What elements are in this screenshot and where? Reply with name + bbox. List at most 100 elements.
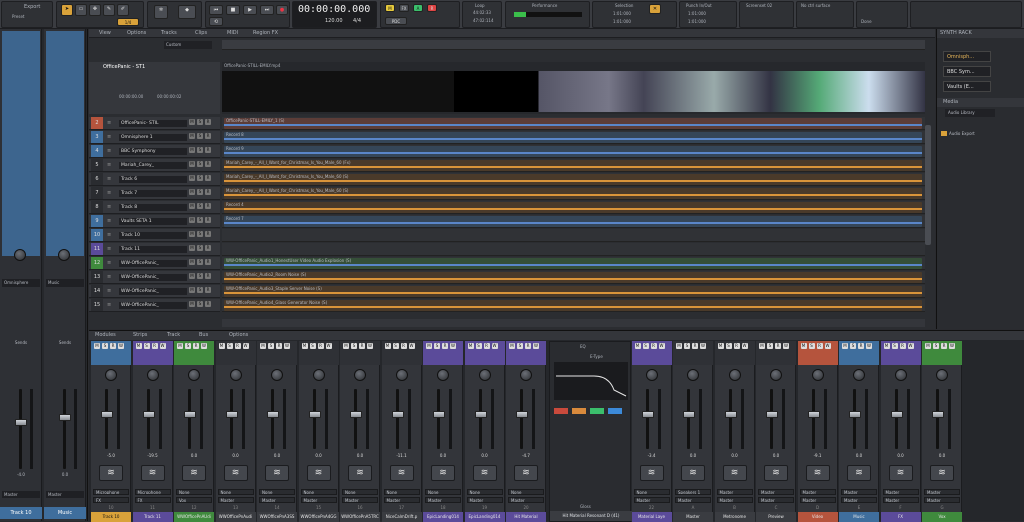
solo-button[interactable]: S xyxy=(850,343,856,349)
waveform-icon[interactable]: ≋ xyxy=(348,465,372,481)
channel-input[interactable]: None xyxy=(259,489,295,495)
volume-fader[interactable] xyxy=(433,411,445,418)
channel-output[interactable]: Master xyxy=(217,497,254,503)
mute-button[interactable]: M xyxy=(260,343,266,349)
pan-knob[interactable] xyxy=(271,369,283,381)
record-arm-button[interactable]: R xyxy=(205,161,211,167)
track-lane[interactable]: WW-OfficePanic_Audio2_Room Noise (S) xyxy=(222,271,925,284)
channel-output[interactable]: Master xyxy=(882,497,919,503)
channel-input[interactable]: None xyxy=(217,489,254,495)
menu-region-fx[interactable]: Region FX xyxy=(253,30,278,36)
mute-button[interactable]: M xyxy=(218,343,225,349)
pan-knob[interactable] xyxy=(105,369,117,381)
mute-button[interactable]: M xyxy=(189,203,195,209)
track-name[interactable]: WW-OfficePanic_ xyxy=(119,288,187,295)
channel-output[interactable]: Master xyxy=(259,497,295,503)
mute-button[interactable]: M xyxy=(426,343,432,349)
channel-volume[interactable]: -9.1 xyxy=(798,453,838,458)
solo-button[interactable]: S xyxy=(268,343,274,349)
mixer-tab-strips[interactable]: Strips xyxy=(133,332,147,338)
solo-button[interactable]: S xyxy=(392,343,399,349)
write-button[interactable]: W xyxy=(783,343,789,349)
read-button[interactable]: R xyxy=(941,343,947,349)
selection-start[interactable]: 1:01:000 xyxy=(613,11,631,16)
solo-button[interactable]: S xyxy=(351,343,357,349)
track-header[interactable]: 5 ≡ Mariah_Carey_ M S R xyxy=(89,159,220,172)
channel-input[interactable]: None xyxy=(383,489,420,495)
waveform-icon[interactable]: ≋ xyxy=(223,465,248,481)
solo-button[interactable]: S xyxy=(197,203,203,209)
mute-button[interactable]: M xyxy=(189,273,195,279)
channel-volume[interactable]: 0.0 xyxy=(340,453,380,458)
channel-input[interactable]: Master xyxy=(882,489,919,495)
read-button[interactable]: R xyxy=(483,343,490,349)
video-track-name[interactable]: OfficePanic - ST1 xyxy=(103,64,145,70)
channel-output[interactable]: Master xyxy=(383,497,420,503)
track-lane[interactable]: Record 9 xyxy=(222,145,925,158)
record-arm-button[interactable]: R xyxy=(205,245,211,251)
channel-input[interactable]: Master xyxy=(841,489,877,495)
waveform-icon[interactable]: ≋ xyxy=(431,465,455,481)
pan-knob[interactable] xyxy=(853,369,865,381)
track-lane[interactable]: WW-OfficePanic_Audio4_Glass Generator No… xyxy=(222,299,925,312)
waveform-icon[interactable]: ≋ xyxy=(681,465,705,481)
track-lane[interactable]: WW-OfficePanic_Audio1_HonestUser Video A… xyxy=(222,257,925,270)
write-button[interactable]: W xyxy=(741,343,748,349)
mixer-tab-options[interactable]: Options xyxy=(229,332,248,338)
write-button[interactable]: W xyxy=(201,343,207,349)
write-button[interactable]: W xyxy=(159,343,166,349)
volume-fader[interactable] xyxy=(391,411,404,418)
strip-output[interactable]: Master xyxy=(2,491,40,498)
solo-button[interactable]: S xyxy=(434,343,440,349)
channel-volume[interactable]: 0.0 xyxy=(673,453,713,458)
channel-input[interactable]: Master xyxy=(924,489,960,495)
write-button[interactable]: W xyxy=(450,343,456,349)
track-header[interactable]: 14 ≡ WW-OfficePanic_ M S R xyxy=(89,285,220,298)
track-header[interactable]: 6 ≡ Track 6MSR xyxy=(89,173,220,186)
pan-knob[interactable] xyxy=(936,369,948,381)
audio-clip[interactable]: WW-OfficePanic_Audio3_Staple Server Nois… xyxy=(224,286,922,297)
play-button[interactable]: ▶ xyxy=(243,5,257,15)
mixer-tab-bus[interactable]: Bus xyxy=(199,332,208,338)
volume-fader[interactable] xyxy=(15,419,27,426)
audio-clip[interactable]: Mariah_Carey_-_All_I_Want_for_Christmas_… xyxy=(224,174,922,185)
rack-instrument-3[interactable]: Vaults (E... xyxy=(943,81,991,92)
track-lane[interactable]: WW-OfficePanic_Audio3_Staple Server Nois… xyxy=(222,285,925,298)
horizontal-scrollbar[interactable] xyxy=(222,319,925,327)
read-button[interactable]: R xyxy=(816,343,823,349)
pan-knob[interactable] xyxy=(229,369,242,381)
read-button[interactable]: R xyxy=(525,343,531,349)
track-name[interactable]: Omnisphere 1 xyxy=(119,134,187,141)
write-button[interactable]: W xyxy=(118,343,124,349)
waveform-icon[interactable]: ≋ xyxy=(182,465,206,481)
channel-output[interactable]: Master xyxy=(924,497,960,503)
track-header[interactable]: 4 ≡ BBC Symphony M S R xyxy=(89,145,220,158)
record-arm-icon[interactable]: R xyxy=(427,4,437,12)
track-name[interactable]: BBC Symphony xyxy=(119,148,187,155)
solo-button[interactable]: S xyxy=(684,343,690,349)
pan-knob[interactable] xyxy=(14,249,26,261)
move-tool-icon[interactable]: ✥ xyxy=(89,4,101,16)
punch-icon[interactable]: M xyxy=(385,4,395,12)
pan-knob[interactable] xyxy=(645,369,658,381)
eq-graph[interactable] xyxy=(554,362,628,400)
pan-knob[interactable] xyxy=(354,369,366,381)
channel-volume[interactable]: 0.0 xyxy=(715,453,755,458)
mixer-tab-modules[interactable]: Modules xyxy=(95,332,116,338)
channel-input[interactable]: Microphone xyxy=(93,489,129,495)
waveform-icon[interactable]: ≋ xyxy=(265,465,289,481)
rack-instrument-2[interactable]: BBC Sym... xyxy=(943,66,991,77)
rack-instrument-1[interactable]: Omnisph... xyxy=(943,51,991,62)
edit-tool-icon[interactable]: ✎ xyxy=(103,4,115,16)
audio-clip[interactable]: Record 4 xyxy=(224,202,922,213)
solo-button[interactable]: S xyxy=(197,119,203,125)
solo-button[interactable]: S xyxy=(197,301,203,307)
channel-input[interactable]: Speakers 1 xyxy=(675,489,711,495)
vertical-scrollbar[interactable] xyxy=(925,125,931,245)
rewind-button[interactable]: ⏮ xyxy=(209,5,223,15)
audio-clip[interactable]: Record 9 xyxy=(224,146,922,157)
read-button[interactable]: R xyxy=(899,343,906,349)
solo-button[interactable]: S xyxy=(226,343,233,349)
channel-output[interactable]: Master xyxy=(342,497,378,503)
pan-knob[interactable] xyxy=(146,369,159,381)
